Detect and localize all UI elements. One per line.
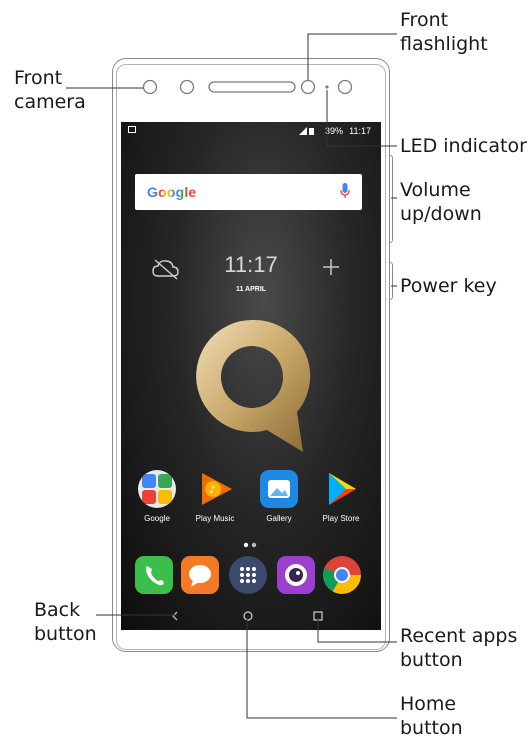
- leader-home: [246, 617, 397, 719]
- leader-led: [326, 90, 397, 147]
- leader-recent-apps: [317, 617, 397, 643]
- leader-front-flashlight: [307, 33, 397, 80]
- leader-lines: [66, 33, 397, 719]
